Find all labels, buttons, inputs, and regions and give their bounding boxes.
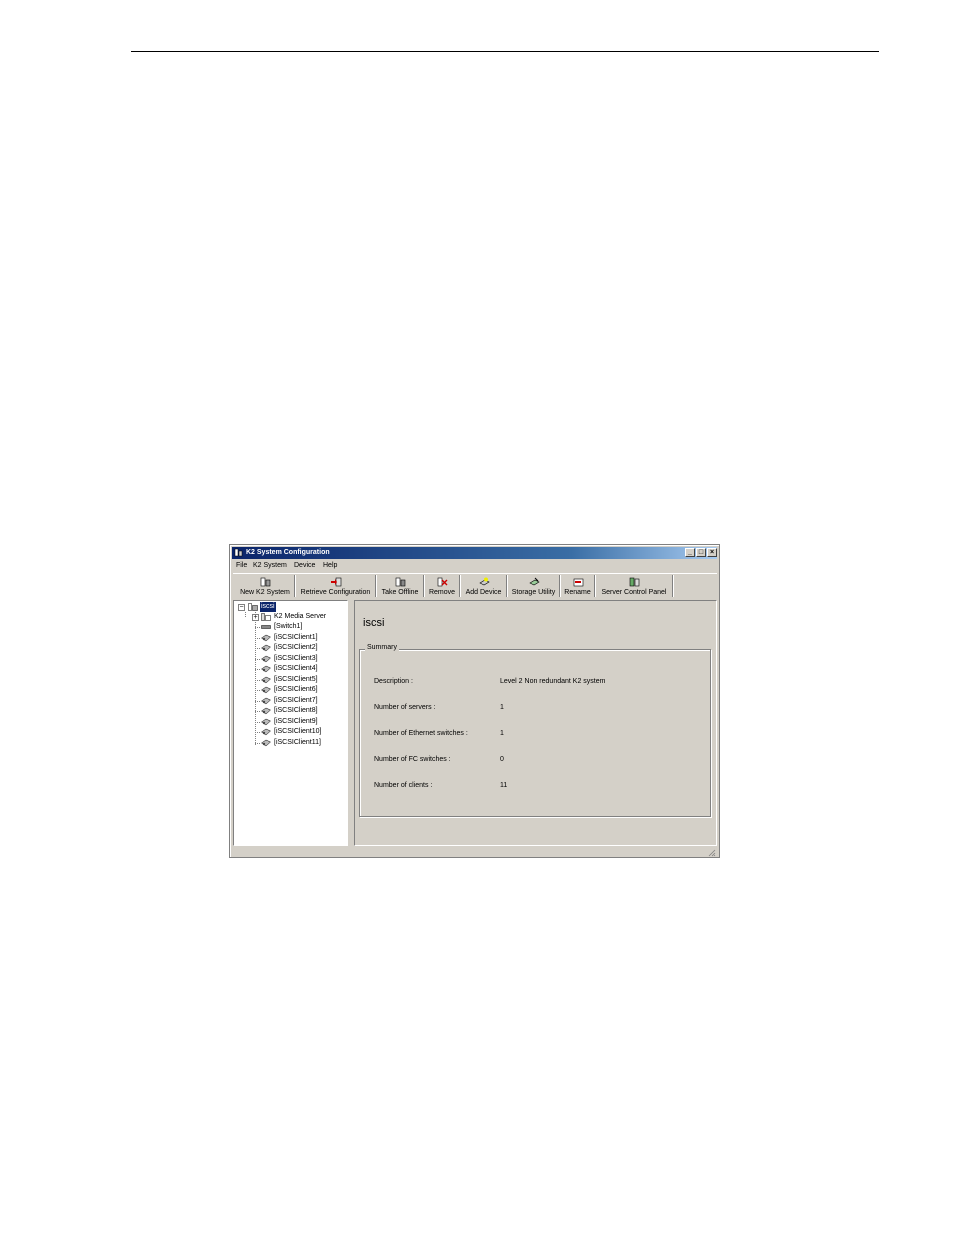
retrieve-configuration-button[interactable]: Retrieve Configuration xyxy=(296,575,376,597)
description-label: Description : xyxy=(374,678,413,685)
client-icon xyxy=(261,739,271,747)
k2-system-icon xyxy=(248,603,258,611)
menu-file[interactable]: File xyxy=(236,560,247,571)
maximize-button[interactable]: □ xyxy=(696,548,706,557)
rename-button[interactable]: Rename xyxy=(561,575,595,597)
detail-title: iscsi xyxy=(363,617,385,629)
switch-icon xyxy=(261,625,271,629)
add-device-icon xyxy=(478,577,490,586)
ethernet-switches-value: 1 xyxy=(500,730,504,737)
tree-connector xyxy=(255,711,260,712)
app-icon xyxy=(234,548,243,557)
new-system-icon xyxy=(260,577,271,587)
tree-connector xyxy=(255,690,260,691)
window-title: K2 System Configuration xyxy=(246,549,330,556)
close-button[interactable]: × xyxy=(707,548,717,557)
fc-switches-label: Number of FC switches : xyxy=(374,756,451,763)
client-icon xyxy=(261,634,271,642)
tree-connector xyxy=(255,701,260,702)
clients-count-value: 11 xyxy=(500,782,508,789)
k2-config-window: K2 System Configuration _ □ × File K2 Sy… xyxy=(229,544,720,858)
client-icon xyxy=(261,707,271,715)
menu-help[interactable]: Help xyxy=(323,560,337,571)
detail-pane: iscsi Summary Description : Level 2 Non … xyxy=(354,600,717,846)
remove-button[interactable]: Remove xyxy=(425,575,460,597)
description-value: Level 2 Non redundant K2 system xyxy=(500,678,606,685)
toolbar: New K2 System Retrieve Configuration Tak… xyxy=(233,573,717,599)
client-icon xyxy=(261,644,271,652)
client-icon xyxy=(261,655,271,663)
server-icon xyxy=(261,613,271,621)
client-icon xyxy=(261,686,271,694)
storage-utility-button[interactable]: Storage Utility xyxy=(508,575,560,597)
retrieve-config-icon xyxy=(330,577,341,587)
rename-icon xyxy=(573,578,583,587)
server-control-panel-icon xyxy=(629,577,640,587)
system-tree[interactable]: − iscsi + K2 Media Server [Switch1] [iSC… xyxy=(233,600,348,846)
tree-connector xyxy=(255,648,260,649)
summary-group-label: Summary xyxy=(365,644,399,651)
menu-k2-system[interactable]: K2 System xyxy=(253,560,287,571)
client-icon xyxy=(261,728,271,736)
minimize-button[interactable]: _ xyxy=(685,548,695,557)
storage-utility-icon xyxy=(528,577,540,586)
servers-count-value: 1 xyxy=(500,704,504,711)
tree-connector xyxy=(255,732,260,733)
add-device-button[interactable]: Add Device xyxy=(461,575,507,597)
ethernet-switches-label: Number of Ethernet switches : xyxy=(374,730,468,737)
clients-count-label: Number of clients : xyxy=(374,782,433,789)
summary-group: Summary Description : Level 2 Non redund… xyxy=(359,644,711,817)
new-k2-system-button[interactable]: New K2 System xyxy=(236,575,295,597)
tree-connector xyxy=(255,743,260,744)
expand-media-server-toggle[interactable]: + xyxy=(252,614,259,621)
tree-connector xyxy=(255,680,260,681)
tree-connector xyxy=(255,612,256,745)
take-offline-button[interactable]: Take Offline xyxy=(377,575,424,597)
tree-connector xyxy=(245,612,246,617)
remove-icon xyxy=(437,577,448,587)
tree-connector xyxy=(255,659,260,660)
client-icon xyxy=(261,718,271,726)
client-icon xyxy=(261,676,271,684)
tree-connector xyxy=(255,627,260,628)
title-bar[interactable]: K2 System Configuration _ □ × xyxy=(232,547,717,559)
status-bar xyxy=(232,847,717,857)
client-icon xyxy=(261,665,271,673)
resize-grip-icon[interactable] xyxy=(708,849,716,857)
collapse-root-toggle[interactable]: − xyxy=(238,604,245,611)
tree-connector xyxy=(255,722,260,723)
tree-connector xyxy=(255,669,260,670)
page-header-rule xyxy=(131,51,879,52)
client-icon xyxy=(261,697,271,705)
tree-connector xyxy=(255,638,260,639)
menu-device[interactable]: Device xyxy=(294,560,315,571)
take-offline-icon xyxy=(395,577,406,587)
servers-count-label: Number of servers : xyxy=(374,704,436,711)
server-control-panel-button[interactable]: Server Control Panel xyxy=(596,575,673,597)
fc-switches-value: 0 xyxy=(500,756,504,763)
